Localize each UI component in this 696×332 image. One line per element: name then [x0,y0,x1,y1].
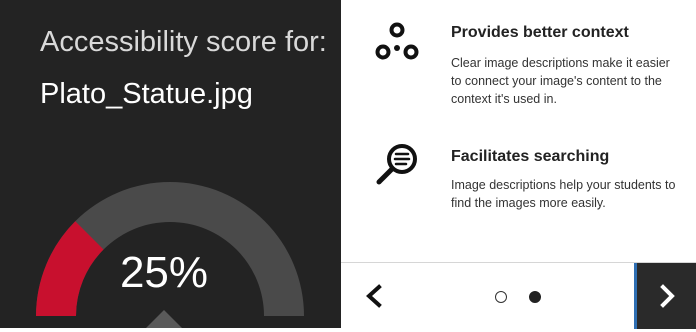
feature-facilitates-searching: Facilitates searching Image descriptions… [360,130,696,240]
feature-better-context: Provides better context Clear image desc… [360,0,696,110]
page-dot-1[interactable] [495,291,507,303]
score-value: 25% [119,248,209,297]
feature-title: Provides better context [451,24,629,41]
next-button[interactable] [634,263,696,329]
score-panel: Accessibility score for: Plato_Statue.jp… [0,0,341,328]
page-indicator [495,291,555,307]
feature-description: Image descriptions help your students to… [451,178,676,210]
feature-title: Facilitates searching [451,148,610,165]
chevron-left-icon [366,284,382,308]
chevron-right-icon [660,284,675,308]
carousel-navigation [341,262,696,329]
previous-button[interactable] [351,271,395,321]
page-dot-2[interactable] [529,291,541,303]
search-document-icon [376,144,417,185]
context-nodes-icon [375,22,419,60]
feature-description: Clear image descriptions make it easier … [451,56,670,106]
gauge-pointer [146,310,182,328]
